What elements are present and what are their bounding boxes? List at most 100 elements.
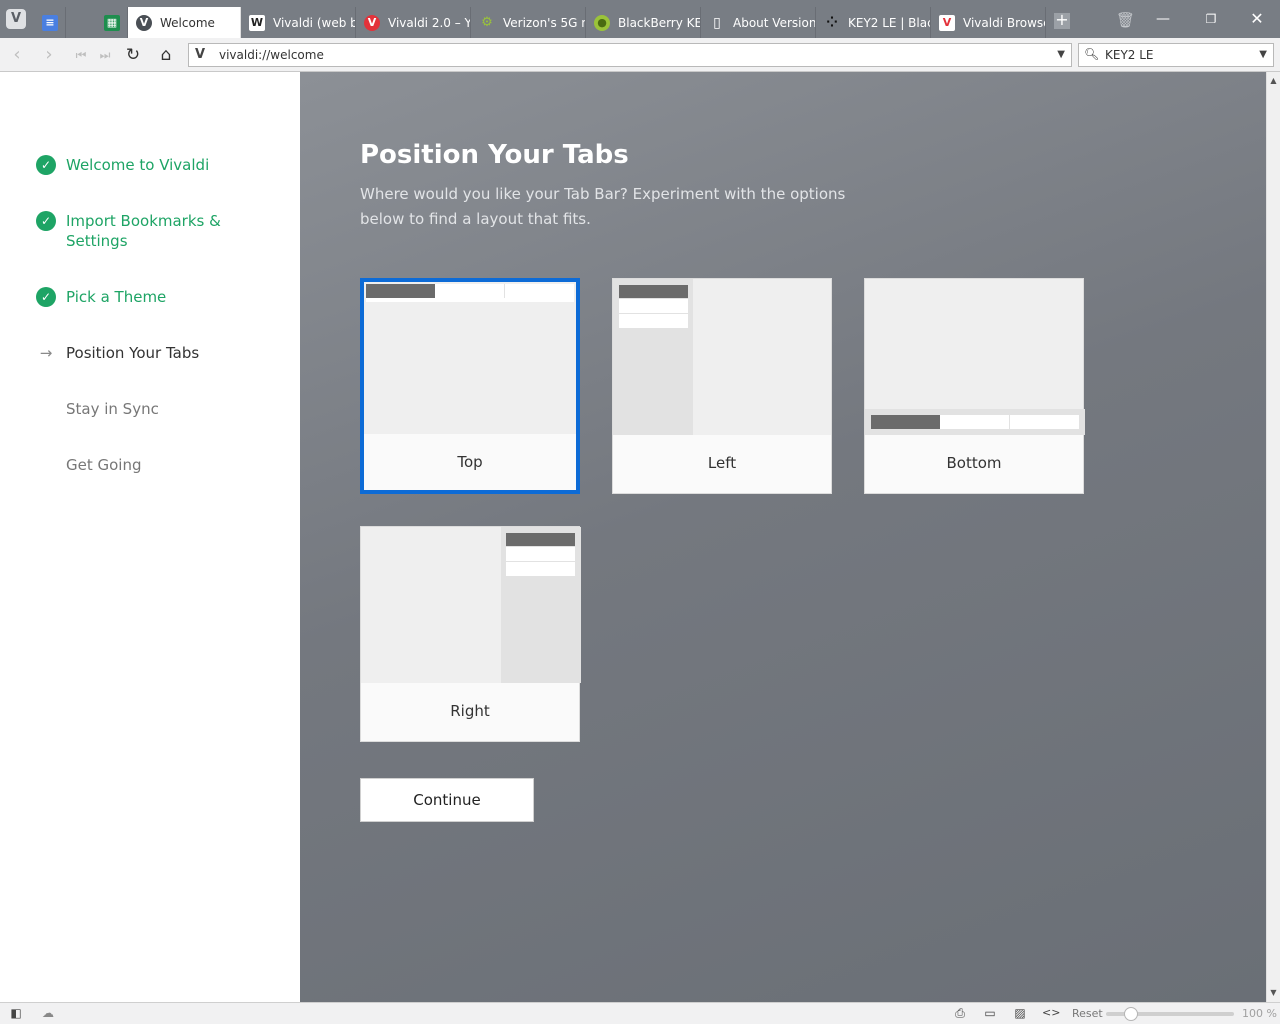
vivaldi-shield-icon: V (939, 14, 955, 31)
check-icon: ✓ (36, 211, 56, 231)
close-icon[interactable]: ✕ (1234, 6, 1280, 32)
camera-icon[interactable]: ⎙ (952, 1006, 968, 1021)
chevron-down-icon[interactable]: ▼ (1259, 49, 1267, 60)
preview-tab (506, 562, 575, 576)
preview-active-tab (366, 284, 435, 298)
preview-active-tab (871, 415, 940, 429)
page-icon: ▯ (713, 14, 721, 31)
step-label: Import Bookmarks & Settings (66, 212, 221, 250)
welcome-main-panel: Position Your Tabs Where would you like … (300, 72, 1266, 1002)
forward-icon[interactable]: › (38, 44, 60, 66)
option-label: Top (457, 453, 483, 471)
search-icon: 🔍︎ (1084, 47, 1100, 61)
tab-position-left[interactable]: Left (612, 278, 832, 494)
preview-tab-divider (504, 284, 505, 298)
zoom-slider-thumb[interactable] (1124, 1007, 1138, 1021)
preview-tab-divider (1009, 415, 1010, 429)
step-sync[interactable]: Stay in Sync (36, 399, 236, 419)
page-description: Where would you like your Tab Bar? Exper… (360, 185, 846, 228)
preview-tab (506, 547, 575, 561)
step-label: Position Your Tabs (66, 344, 200, 362)
tab-blackberry-key2[interactable]: ● BlackBerry KEY2 (586, 7, 701, 38)
step-label: Welcome to Vivaldi (66, 156, 210, 174)
scroll-down-icon[interactable]: ▼ (1267, 986, 1280, 1000)
tab-title: Vivaldi Browser (963, 15, 1045, 30)
step-spacer (36, 399, 56, 419)
step-position-tabs[interactable]: → Position Your Tabs (36, 343, 236, 363)
preview-tab (619, 314, 688, 328)
cloud-sync-icon[interactable]: ☁ (40, 1006, 56, 1021)
tab-title: Verizon's 5G net (503, 15, 585, 30)
tab-welcome[interactable]: V Welcome (128, 7, 241, 38)
tab-title: BlackBerry KEY2 (618, 15, 700, 30)
layout-preview (364, 282, 576, 434)
check-icon: ✓ (36, 287, 56, 307)
url-text: vivaldi://welcome (219, 48, 324, 62)
back-icon[interactable]: ‹ (6, 44, 28, 66)
tab-about-version[interactable]: ▯ About Version (701, 7, 816, 38)
tab-verizon-5g[interactable]: ⚙ Verizon's 5G net (471, 7, 586, 38)
new-tab-button[interactable]: + (1054, 12, 1070, 29)
status-bar: ◧ ☁ ⎙ ▭ ▨ <> Reset 100 % (0, 1002, 1280, 1024)
tab-vivaldi-browser[interactable]: V Vivaldi Browser (931, 7, 1046, 38)
tab-title: About Version (733, 15, 815, 30)
option-label: Right (450, 702, 490, 720)
step-label: Get Going (66, 456, 142, 474)
tab-vivaldi-youtube[interactable]: V Vivaldi 2.0 – You (356, 7, 471, 38)
reload-icon[interactable]: ↻ (122, 44, 144, 66)
vivaldi-icon: V (136, 14, 152, 31)
layout-preview (361, 527, 581, 683)
home-icon[interactable]: ⌂ (155, 44, 177, 66)
layout-preview (865, 279, 1085, 435)
page-actions-icon[interactable]: <> (1042, 1006, 1060, 1021)
tab-title: KEY2 LE | BlackB (848, 15, 930, 30)
page-tiling-icon[interactable]: ▭ (982, 1006, 998, 1021)
option-label: Bottom (946, 454, 1002, 472)
tab-sheets[interactable]: ▦ (96, 7, 128, 38)
zoom-slider[interactable] (1106, 1007, 1234, 1021)
welcome-steps-sidebar: ✓ Welcome to Vivaldi ✓ Import Bookmarks … (0, 72, 300, 1002)
step-import[interactable]: ✓ Import Bookmarks & Settings (36, 211, 236, 251)
docs-icon: ≡ (42, 14, 58, 31)
search-text: KEY2 LE (1105, 48, 1154, 62)
android-icon: ● (594, 14, 610, 31)
trash-icon[interactable]: 🗑 (1116, 11, 1135, 31)
page-scrollbar[interactable]: ▲ ▼ (1266, 72, 1280, 1002)
tab-position-right[interactable]: Right (360, 526, 581, 742)
arrow-right-icon: → (39, 344, 53, 362)
tab-title: Vivaldi (web bro (273, 15, 355, 30)
tab-title: Welcome (160, 15, 215, 30)
layout-preview (613, 279, 831, 435)
wikipedia-icon: W (249, 14, 265, 31)
search-field[interactable]: 🔍︎ KEY2 LE ▼ (1078, 43, 1274, 67)
vivaldi-menu-button[interactable]: V (6, 9, 26, 29)
minimize-icon[interactable]: — (1140, 6, 1186, 32)
panel-toggle-icon[interactable]: ◧ (8, 1006, 24, 1021)
step-label: Stay in Sync (66, 400, 159, 418)
continue-button[interactable]: Continue (360, 778, 534, 822)
tab-docs[interactable]: ≡ (34, 7, 66, 38)
step-theme[interactable]: ✓ Pick a Theme (36, 287, 236, 307)
zoom-reset-button[interactable]: Reset (1072, 1007, 1103, 1020)
tab-title: Vivaldi 2.0 – You (388, 15, 470, 30)
page-title: Position Your Tabs (360, 140, 629, 170)
restore-icon[interactable]: ❐ (1188, 6, 1234, 32)
check-icon: ✓ (36, 155, 56, 175)
chevron-down-icon[interactable]: ▼ (1057, 49, 1065, 60)
fast-forward-icon[interactable]: ⏭ (94, 44, 116, 66)
step-label: Pick a Theme (66, 288, 167, 306)
tab-vivaldi-wiki[interactable]: W Vivaldi (web bro (241, 7, 356, 38)
vivaldi-site-icon: V (195, 47, 206, 62)
url-field[interactable]: V vivaldi://welcome ▼ (188, 43, 1072, 67)
tab-key2-le[interactable]: ⁘ KEY2 LE | BlackB (816, 7, 931, 38)
sheets-icon: ▦ (104, 14, 120, 31)
tab-position-bottom[interactable]: Bottom (864, 278, 1085, 494)
step-welcome[interactable]: ✓ Welcome to Vivaldi (36, 155, 236, 175)
android-icon: ⚙ (481, 15, 493, 30)
step-get-going[interactable]: Get Going (36, 455, 236, 475)
image-icon[interactable]: ▨ (1012, 1006, 1028, 1021)
rewind-icon[interactable]: ⏮ (70, 44, 92, 66)
step-spacer (36, 455, 56, 475)
tab-position-top[interactable]: Top (360, 278, 580, 494)
scroll-up-icon[interactable]: ▲ (1267, 74, 1280, 88)
